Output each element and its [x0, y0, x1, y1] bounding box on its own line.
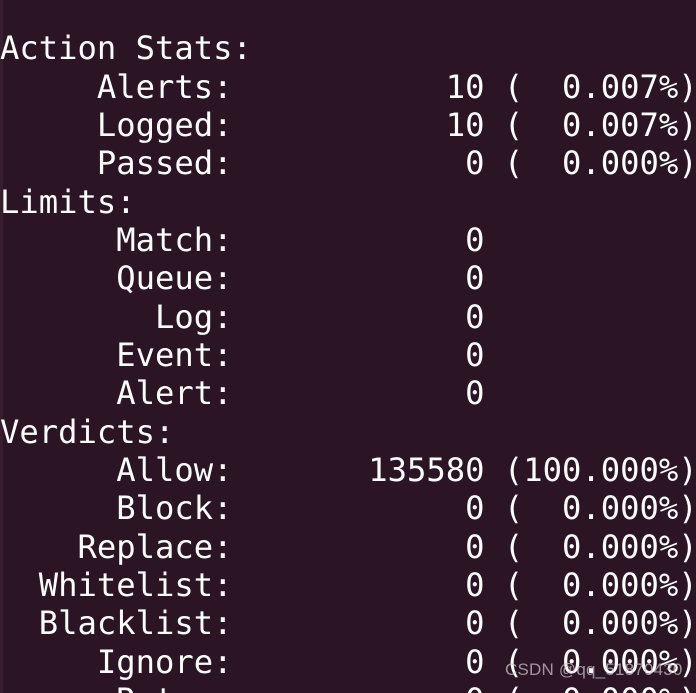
stat-row: Log: 0: [0, 297, 485, 336]
stat-row: Alerts: 10 ( 0.007%): [0, 67, 696, 106]
terminal-output: Action Stats: Alerts: 10 ( 0.007%) Logge…: [0, 29, 696, 693]
stat-row: Queue: 0: [0, 259, 485, 298]
section-heading-action-stats: Action Stats:: [0, 29, 252, 68]
stat-row: Replace: 0 ( 0.000%): [0, 527, 696, 566]
stat-row: Logged: 10 ( 0.007%): [0, 105, 696, 144]
stat-row: Ignore: 0 ( 0.000%): [0, 642, 696, 681]
stat-row: Blacklist: 0 ( 0.000%): [0, 604, 696, 643]
stat-row: Block: 0 ( 0.000%): [0, 489, 696, 528]
terminal-window: Action Stats: Alerts: 10 ( 0.007%) Logge…: [0, 0, 696, 693]
section-heading-limits: Limits:: [0, 182, 136, 221]
stat-row: Allow: 135580 (100.000%): [0, 450, 696, 489]
stat-row: Alert: 0: [0, 374, 485, 413]
stat-row: Match: 0: [0, 220, 485, 259]
stat-row: Event: 0: [0, 335, 485, 374]
section-heading-verdicts: Verdicts:: [0, 412, 175, 451]
stat-row: Passed: 0 ( 0.000%): [0, 144, 696, 183]
stat-row: Retry: 0 ( 0.000%): [0, 681, 696, 693]
stat-row: Whitelist: 0 ( 0.000%): [0, 566, 696, 604]
